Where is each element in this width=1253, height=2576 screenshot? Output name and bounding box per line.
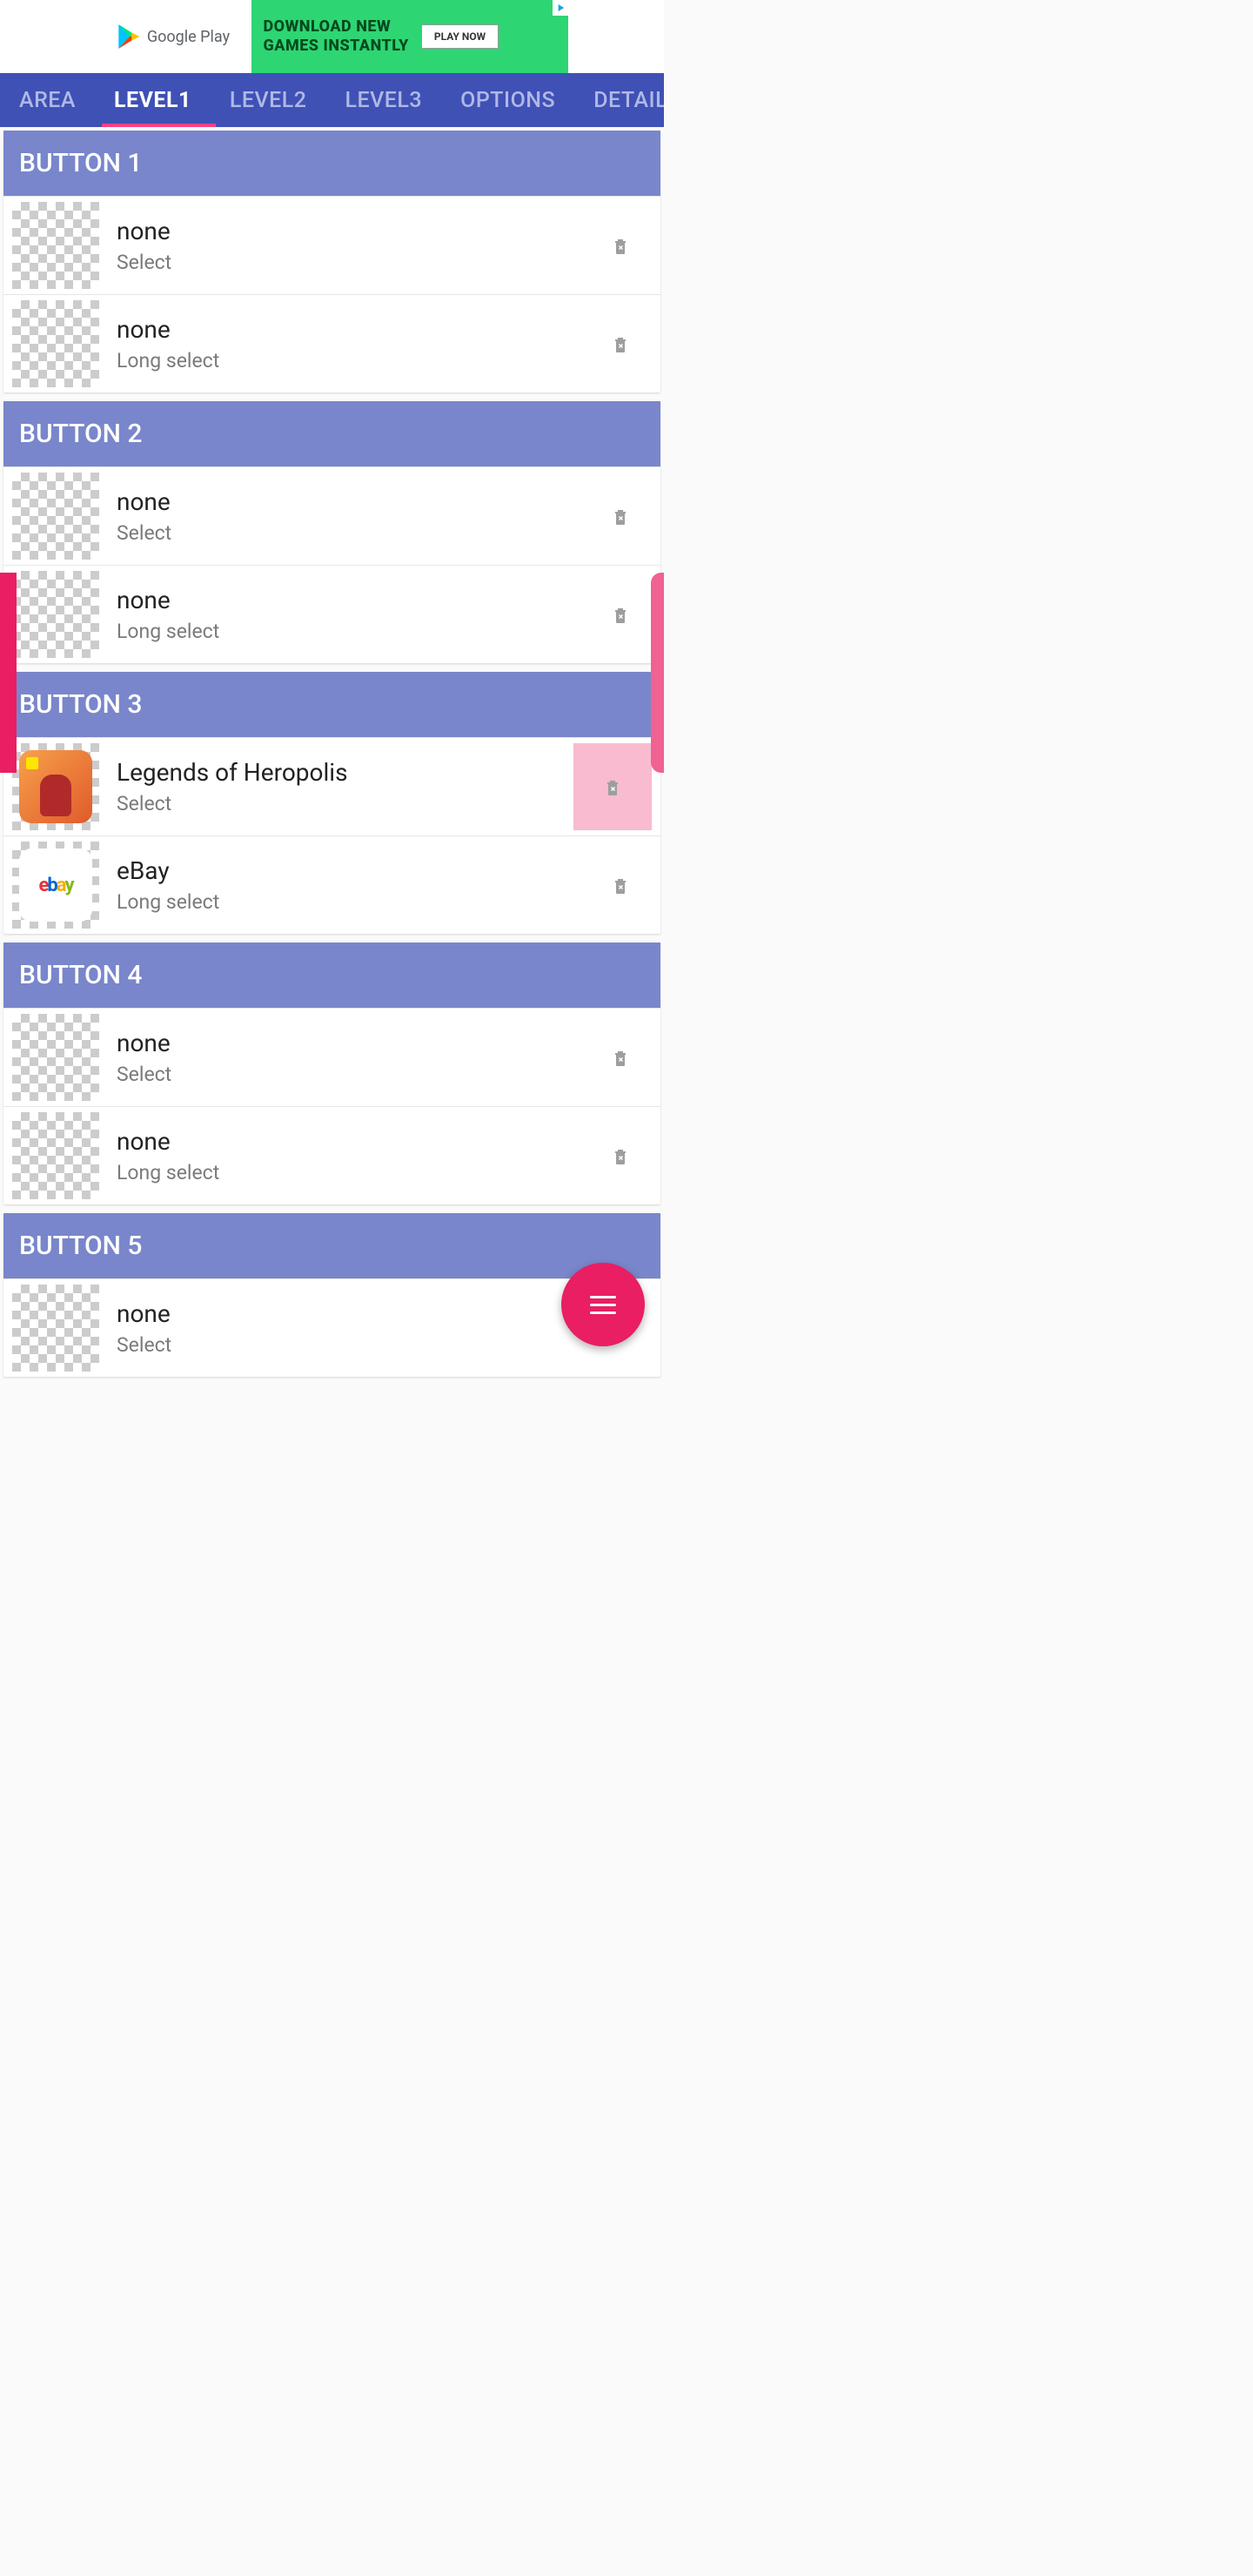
tab-bar: AREALEVEL1LEVEL2LEVEL3OPTIONSDETAIL <box>0 73 664 127</box>
section-header: BUTTON 5 <box>3 1213 660 1278</box>
list-item[interactable]: none Long select <box>3 294 660 392</box>
section-header: BUTTON 1 <box>3 131 660 196</box>
section-card: BUTTON 2 none Select none Long select <box>3 401 660 663</box>
section-header: BUTTON 3 <box>3 672 660 737</box>
list-item[interactable]: none Select <box>3 196 660 294</box>
list-item[interactable]: none Long select <box>3 565 660 663</box>
section-card: BUTTON 4 none Select none Long select <box>3 943 660 1204</box>
menu-icon <box>590 1296 616 1314</box>
list-item[interactable]: ebay eBay Long select <box>3 835 660 934</box>
section-header: BUTTON 4 <box>3 943 660 1008</box>
item-subtitle: Select <box>117 521 601 545</box>
delete-icon[interactable] <box>601 1137 640 1175</box>
item-title: eBay <box>117 856 601 885</box>
tab-level3[interactable]: LEVEL3 <box>325 73 441 127</box>
left-edge-handle[interactable] <box>0 573 17 773</box>
section-header: BUTTON 2 <box>3 401 660 466</box>
delete-icon[interactable] <box>601 325 640 363</box>
item-title: none <box>117 1127 601 1156</box>
ad-headline-2: GAMES INSTANTLY <box>264 37 409 56</box>
delete-icon[interactable] <box>601 497 640 535</box>
app-thumbnail <box>12 1112 99 1199</box>
ad-headline-1: DOWNLOAD NEW <box>264 17 409 37</box>
item-subtitle: Long select <box>117 349 601 372</box>
item-title: none <box>117 315 601 344</box>
item-title: none <box>117 487 601 516</box>
list-item[interactable]: none Select <box>3 1008 660 1106</box>
list-item[interactable]: none Select <box>3 466 660 565</box>
tab-level1[interactable]: LEVEL1 <box>95 73 211 127</box>
app-thumbnail <box>12 1014 99 1101</box>
app-thumbnail <box>12 1285 99 1372</box>
app-thumbnail <box>12 743 99 830</box>
item-title: none <box>117 1299 601 1328</box>
item-subtitle: Select <box>117 251 601 274</box>
ad-store: Google Play <box>97 0 251 73</box>
item-title: Legends of Heropolis <box>117 758 573 787</box>
item-title: none <box>117 217 601 245</box>
app-thumbnail <box>12 571 99 658</box>
delete-icon[interactable] <box>601 595 640 634</box>
right-edge-handle[interactable] <box>651 573 664 773</box>
section-card: BUTTON 1 none Select none Long select <box>3 131 660 392</box>
item-subtitle: Select <box>117 1063 601 1086</box>
item-title: none <box>117 1029 601 1057</box>
item-title: none <box>117 586 601 614</box>
item-subtitle: Long select <box>117 620 601 643</box>
delete-icon[interactable] <box>601 1038 640 1077</box>
section-card: BUTTON 3 Legends of Heropolis Select ebayeB… <box>3 672 660 934</box>
app-thumbnail <box>12 473 99 560</box>
item-subtitle: Long select <box>117 1161 601 1184</box>
app-thumbnail <box>12 202 99 289</box>
item-subtitle: Long select <box>117 890 601 914</box>
tab-level2[interactable]: LEVEL2 <box>211 73 326 127</box>
delete-icon[interactable] <box>573 743 652 830</box>
ad-banner[interactable]: Google Play DOWNLOAD NEW GAMES INSTANTLY… <box>0 0 664 73</box>
item-subtitle: Select <box>117 1333 601 1357</box>
app-thumbnail <box>12 300 99 387</box>
tab-options[interactable]: OPTIONS <box>441 73 574 127</box>
app-thumbnail: ebay <box>12 842 99 929</box>
list-item[interactable]: Legends of Heropolis Select <box>3 737 660 835</box>
ad-cta-button[interactable]: PLAY NOW <box>421 24 499 49</box>
item-subtitle: Select <box>117 792 573 815</box>
tab-detail[interactable]: DETAIL <box>574 73 664 127</box>
delete-icon[interactable] <box>601 866 640 904</box>
ad-store-label: Google Play <box>147 28 230 46</box>
list-item[interactable]: none Long select <box>3 1106 660 1204</box>
tab-area[interactable]: AREA <box>0 73 95 127</box>
ad-info-icon[interactable] <box>553 0 568 16</box>
fab-menu-button[interactable] <box>561 1263 645 1346</box>
content-area: BUTTON 1noneSelectnoneLong selectBUTTON … <box>0 127 664 1377</box>
delete-icon[interactable] <box>601 226 640 265</box>
